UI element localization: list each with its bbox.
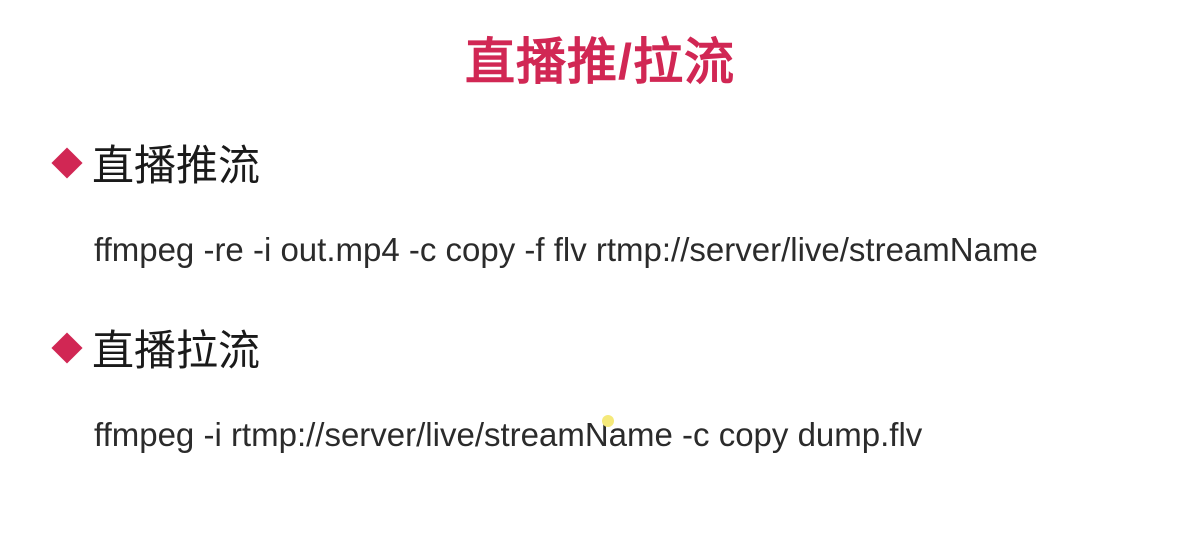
section-push-stream: 直播推流 ffmpeg -re -i out.mp4 -c copy -f fl… [56, 132, 1160, 269]
section-label: 直播推流 [92, 132, 260, 193]
section-pull-stream: 直播拉流 ffmpeg -i rtmp://server/live/stream… [56, 317, 1160, 454]
section-header: 直播推流 [56, 132, 1160, 193]
section-header: 直播拉流 [56, 317, 1160, 378]
slide-content: 直播推流 ffmpeg -re -i out.mp4 -c copy -f fl… [0, 104, 1200, 454]
section-label: 直播拉流 [92, 317, 260, 378]
diamond-icon [51, 147, 82, 178]
slide-title: 直播推/拉流 [0, 0, 1200, 104]
decorative-dot [602, 415, 614, 427]
command-text: ffmpeg -re -i out.mp4 -c copy -f flv rtm… [56, 231, 1160, 269]
diamond-icon [51, 332, 82, 363]
